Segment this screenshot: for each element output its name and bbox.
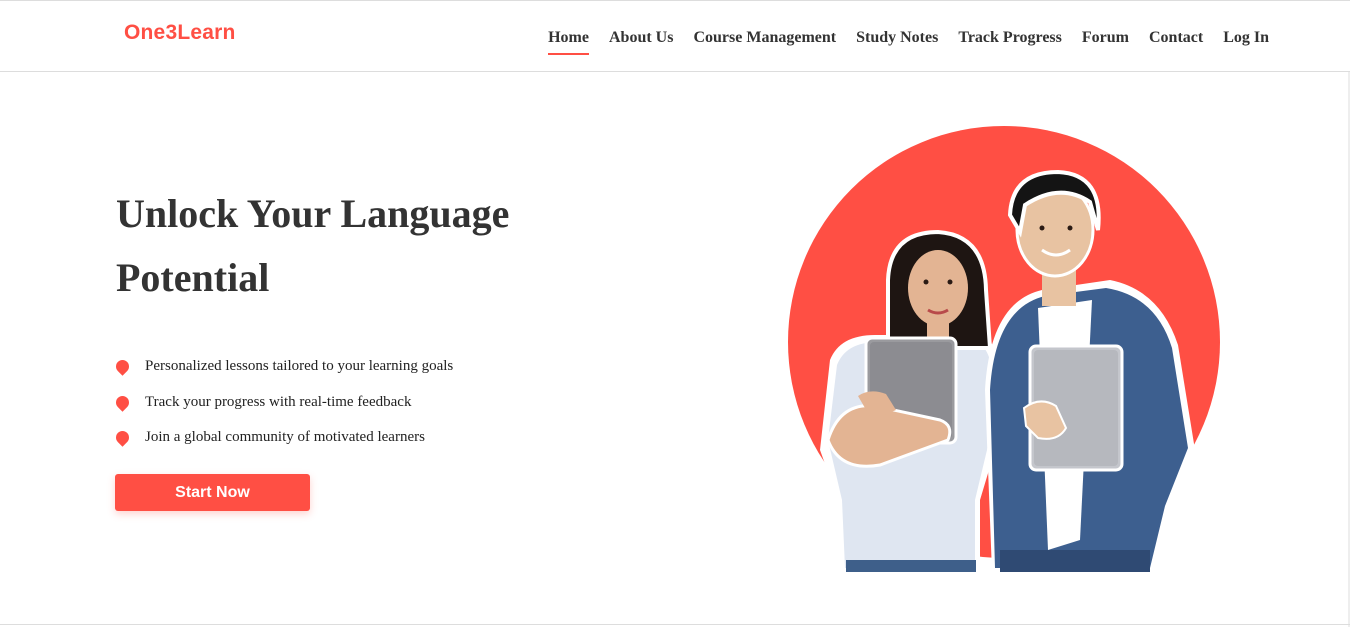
site-logo[interactable]: One3Learn xyxy=(124,21,236,45)
location-pin-icon xyxy=(113,357,132,376)
nav-link-log-in[interactable]: Log In xyxy=(1223,28,1269,55)
section-divider xyxy=(0,624,1350,625)
location-pin-icon xyxy=(113,428,132,447)
main-nav: Home About Us Course Management Study No… xyxy=(528,28,1269,55)
feature-text: Track your progress with real-time feedb… xyxy=(145,393,412,410)
feature-item: Join a global community of motivated lea… xyxy=(113,420,453,456)
feature-text: Personalized lessons tailored to your le… xyxy=(145,358,454,375)
feature-item: Personalized lessons tailored to your le… xyxy=(113,349,454,385)
nav-link-home[interactable]: Home xyxy=(548,28,589,55)
nav-link-contact[interactable]: Contact xyxy=(1149,28,1203,55)
nav-link-track-progress[interactable]: Track Progress xyxy=(958,28,1062,55)
hero-title: Unlock Your Language Potential xyxy=(116,191,510,300)
feature-text: Join a global community of motivated lea… xyxy=(145,429,425,446)
start-now-button[interactable]: Start Now xyxy=(115,474,310,511)
nav-link-study-notes[interactable]: Study Notes xyxy=(856,28,938,55)
site-header: One3Learn Home About Us Course Managemen… xyxy=(0,0,1350,72)
nav-link-about-us[interactable]: About Us xyxy=(609,28,673,55)
hero-illustration xyxy=(788,126,1220,572)
location-pin-icon xyxy=(113,393,132,412)
feature-item: Track your progress with real-time feedb… xyxy=(113,385,453,421)
feature-list: Personalized lessons tailored to your le… xyxy=(113,349,454,456)
nav-link-forum[interactable]: Forum xyxy=(1082,28,1129,55)
page: One3Learn Home About Us Course Managemen… xyxy=(0,0,1350,627)
nav-link-course-management[interactable]: Course Management xyxy=(693,28,836,55)
